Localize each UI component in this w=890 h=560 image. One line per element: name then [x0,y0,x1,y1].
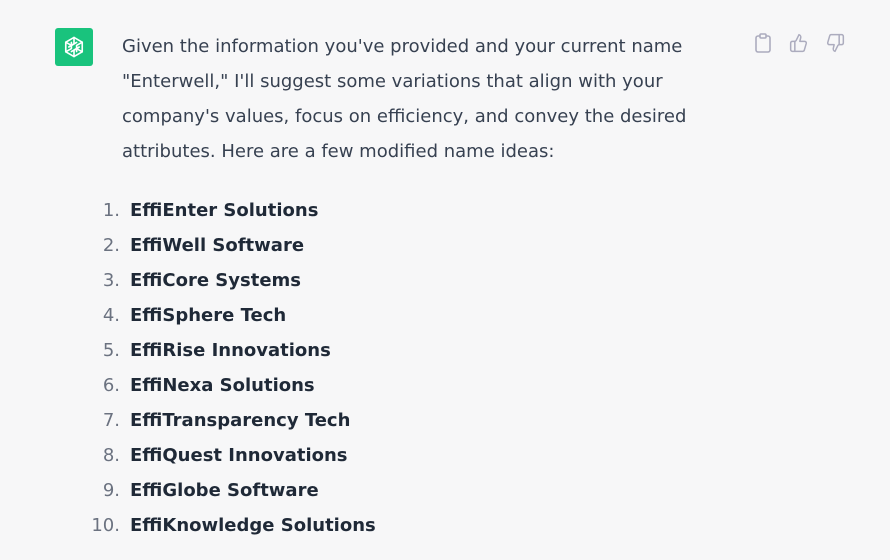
list-item-number: 2. [102,235,120,256]
list-item-number: 4. [102,305,120,326]
list-item-name: EffiRise Innovations [130,340,331,361]
list-item: 5. EffiRise Innovations [90,333,376,368]
clipboard-icon [754,33,772,53]
list-item: 6. EffiNexa Solutions [90,368,376,403]
thumbs-down-button[interactable] [824,32,846,54]
intro-line: company's values, focus on efficiency, a… [122,106,687,127]
list-item-name: EffiKnowledge Solutions [130,515,376,536]
list-item: 9. EffiGlobe Software [90,473,376,508]
list-item: 10. EffiKnowledge Solutions [90,508,376,543]
list-item-name: EffiWell Software [130,235,305,256]
list-item-name: EffiSphere Tech [130,305,287,326]
list-item-number: 9. [102,480,120,501]
list-item-number: 8. [102,445,120,466]
list-item: 1. EffiEnter Solutions [90,193,376,228]
list-item: 4. EffiSphere Tech [90,298,376,333]
list-item: 7. EffiTransparency Tech [90,403,376,438]
openai-logo-icon [61,34,87,60]
intro-line: attributes. Here are a few modified name… [122,141,555,162]
copy-button[interactable] [752,32,774,54]
assistant-message: Given the information you've provided an… [0,0,890,560]
thumbs-up-icon [789,33,809,53]
intro-line: "Enterwell," I'll suggest some variation… [122,71,663,92]
list-item-number: 7. [102,410,120,431]
list-item-name: EffiEnter Solutions [130,200,319,221]
list-item-number: 6. [102,375,120,396]
assistant-avatar [55,28,93,66]
list-item: 2. EffiWell Software [90,228,376,263]
message-actions [752,32,846,54]
list-item-number: 5. [102,340,120,361]
list-item: 8. EffiQuest Innovations [90,438,376,473]
list-item-number: 10. [91,515,120,536]
list-item-number: 1. [102,200,120,221]
name-ideas-list: 1. EffiEnter Solutions 2. EffiWell Softw… [90,193,376,543]
thumbs-up-button[interactable] [788,32,810,54]
list-item: 3. EffiCore Systems [90,263,376,298]
list-item-name: EffiTransparency Tech [130,410,351,431]
thumbs-down-icon [825,33,845,53]
list-item-name: EffiQuest Innovations [130,445,348,466]
message-intro: Given the information you've provided an… [122,29,702,169]
list-item-number: 3. [102,270,120,291]
list-item-name: EffiCore Systems [130,270,301,291]
list-item-name: EffiGlobe Software [130,480,319,501]
list-item-name: EffiNexa Solutions [130,375,315,396]
intro-line: Given the information you've provided an… [122,36,683,57]
